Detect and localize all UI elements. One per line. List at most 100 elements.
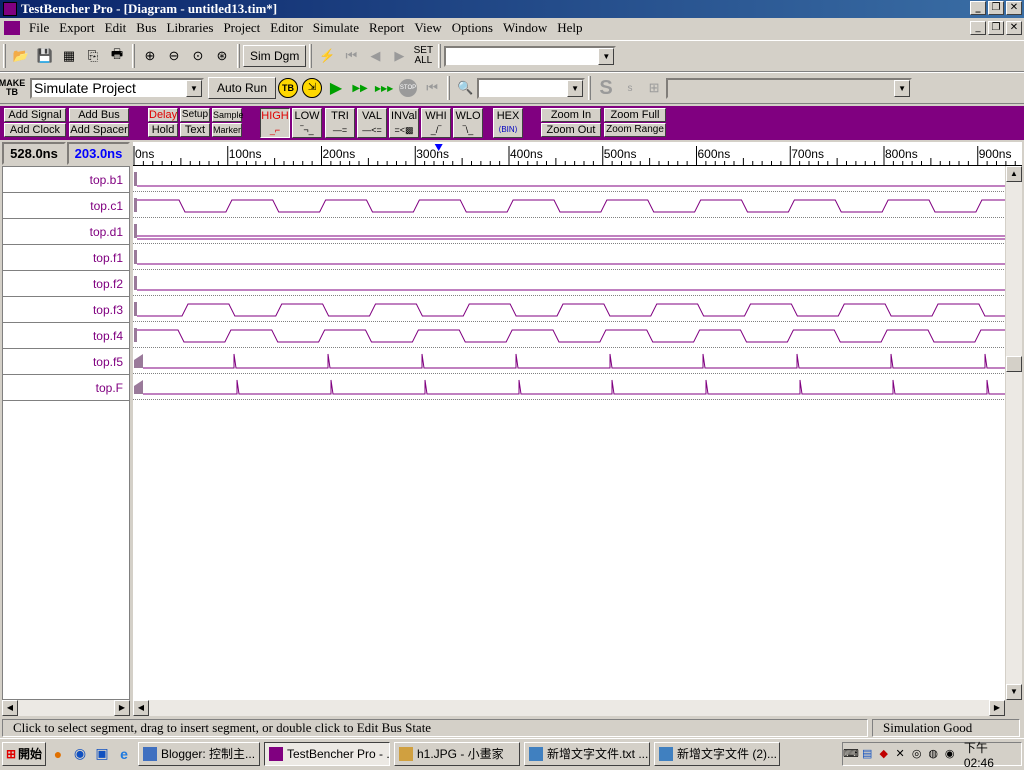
keyboard-icon[interactable]: ⌨	[843, 747, 859, 761]
disk-icon[interactable]: ◎	[910, 747, 922, 761]
firefox-icon[interactable]: ●	[48, 744, 68, 764]
signal-name-b1[interactable]: top.b1	[3, 167, 129, 193]
start-button[interactable]: ⊞ 開始	[2, 741, 46, 766]
open-icon[interactable]: 📂	[9, 44, 33, 68]
antivirus-icon[interactable]: ◆	[877, 747, 889, 761]
menu-simulate[interactable]: Simulate	[308, 20, 364, 36]
zoom-full-button[interactable]: Zoom Full	[604, 108, 666, 122]
lightning-icon[interactable]: ⚡	[315, 44, 339, 68]
hierarchy-icon[interactable]: ⊞	[642, 76, 666, 100]
val-button[interactable]: VAL —<=	[357, 108, 387, 138]
signal-name-c1[interactable]: top.c1	[3, 193, 129, 219]
task-notepad-2[interactable]: 新增文字文件 (2)...	[654, 741, 780, 766]
print-icon[interactable]: 🖶	[105, 44, 129, 68]
document-icon[interactable]	[4, 21, 20, 35]
find-combo[interactable]: ▼	[477, 77, 586, 99]
zoom-full-icon[interactable]: ⊙	[186, 44, 210, 68]
signal-name-f5[interactable]: top.f5	[3, 349, 129, 375]
waveform-area[interactable]	[133, 166, 1005, 700]
time-ruler[interactable]: 0ns 100ns 200ns 300ns 400ns 500ns 600ns 700ns 80…	[133, 142, 1022, 166]
wlo-button[interactable]: WLO ‾\_	[453, 108, 483, 138]
network-icon[interactable]: ▤	[861, 747, 873, 761]
scroll-left-icon[interactable]: ◀	[133, 700, 149, 716]
menu-file[interactable]: File	[24, 20, 54, 36]
scroll-left-icon[interactable]: ◀	[2, 700, 18, 716]
s-large-icon[interactable]: S	[594, 76, 618, 100]
delay-button[interactable]: Delay	[148, 108, 178, 122]
save-all-icon[interactable]: ▦	[57, 44, 81, 68]
hierarchy-combo[interactable]: ▼	[666, 77, 913, 99]
s-small-icon[interactable]: s	[618, 76, 642, 100]
whi-button[interactable]: WHI _/‾	[421, 108, 451, 138]
stop-icon[interactable]: STOP	[396, 76, 420, 100]
doc-close-button[interactable]: ✕	[1006, 21, 1022, 35]
low-button[interactable]: LOW ‾¬_	[292, 108, 322, 138]
add-clock-button[interactable]: Add Clock	[4, 123, 66, 137]
signal-name-f4[interactable]: top.f4	[3, 323, 129, 349]
doc-minimize-button[interactable]: _	[970, 21, 986, 35]
scroll-right-icon[interactable]: ▶	[114, 700, 130, 716]
ole-copy-icon[interactable]: ⎘	[81, 44, 105, 68]
run-fast-icon[interactable]: ▶▶	[348, 76, 372, 100]
ie-icon[interactable]: e	[114, 744, 134, 764]
task-testbencher[interactable]: TestBencher Pro - ...	[264, 741, 390, 766]
scroll-up-icon[interactable]: ▲	[1006, 166, 1022, 182]
menu-help[interactable]: Help	[552, 20, 587, 36]
menu-project[interactable]: Project	[218, 20, 265, 36]
menu-edit[interactable]: Edit	[100, 20, 132, 36]
rewind-icon[interactable]: ⏮	[420, 76, 444, 100]
signal-name-d1[interactable]: top.d1	[3, 219, 129, 245]
signal-name-f2[interactable]: top.f2	[3, 271, 129, 297]
volume-icon[interactable]: ◉	[943, 747, 955, 761]
first-step-icon[interactable]: ⏮	[339, 44, 363, 68]
signal-combo[interactable]: ▼	[444, 45, 617, 67]
project-combo[interactable]: Simulate Project ▼	[30, 77, 204, 99]
tri-button[interactable]: TRI —=	[325, 108, 355, 138]
auto-run-button[interactable]: Auto Run	[208, 77, 277, 99]
zoom-in-icon[interactable]: ⊕	[138, 44, 162, 68]
task-paint[interactable]: h1.JPG - 小畫家	[394, 741, 520, 766]
close-button[interactable]: ✕	[1006, 1, 1022, 15]
menu-export[interactable]: Export	[54, 20, 99, 36]
chevron-down-icon[interactable]: ▼	[598, 47, 615, 65]
menu-report[interactable]: Report	[364, 20, 409, 36]
menu-libraries[interactable]: Libraries	[162, 20, 219, 36]
signal-name-f1[interactable]: top.f1	[3, 245, 129, 271]
set-all-button[interactable]: SET ALL	[411, 44, 435, 68]
add-bus-button[interactable]: Add Bus	[69, 108, 129, 122]
zoom-range-icon[interactable]: ⊛	[210, 44, 234, 68]
zoom-out-button[interactable]: Zoom Out	[541, 123, 601, 137]
vertical-scroll-thumb[interactable]	[1006, 356, 1022, 372]
sync-icon[interactable]: ◍	[927, 747, 939, 761]
run-faster-icon[interactable]: ▶▶▶	[372, 76, 396, 100]
media-player-icon[interactable]: ◉	[70, 744, 90, 764]
signal-name-f3[interactable]: top.f3	[3, 297, 129, 323]
scroll-down-icon[interactable]: ▼	[1006, 684, 1022, 700]
vertical-scrollbar[interactable]: ▲ ▼	[1005, 166, 1022, 700]
menu-bus[interactable]: Bus	[131, 20, 161, 36]
chevron-down-icon[interactable]: ▼	[186, 79, 202, 97]
menu-options[interactable]: Options	[447, 20, 498, 36]
find-icon[interactable]: 🔍	[453, 76, 477, 100]
waveform-canvas[interactable]	[133, 166, 1005, 700]
hold-button[interactable]: Hold	[148, 123, 178, 137]
run-icon[interactable]: ▶	[324, 76, 348, 100]
zoom-out-icon[interactable]: ⊖	[162, 44, 186, 68]
menu-window[interactable]: Window	[498, 20, 552, 36]
scroll-right-icon[interactable]: ▶	[989, 700, 1005, 716]
text-button[interactable]: Text	[180, 123, 210, 137]
step-forward-icon[interactable]: ▶	[387, 44, 411, 68]
zoom-in-button[interactable]: Zoom In	[541, 108, 601, 122]
menu-view[interactable]: View	[409, 20, 446, 36]
step-back-icon[interactable]: ◀	[363, 44, 387, 68]
setup-button[interactable]: Setup	[180, 108, 210, 122]
task-notepad-1[interactable]: 新增文字文件.txt ...	[524, 741, 650, 766]
make-tb-button[interactable]: MAKE TB	[0, 76, 25, 100]
tb-step-icon[interactable]: ⇲	[300, 76, 324, 100]
waveform-horizontal-scrollbar[interactable]: ◀ ▶	[133, 700, 1005, 716]
sim-dgm-button[interactable]: Sim Dgm	[243, 45, 307, 67]
restore-button[interactable]: ❐	[988, 1, 1004, 15]
task-blogger[interactable]: Blogger: 控制主...	[138, 741, 260, 766]
chevron-down-icon[interactable]: ▼	[894, 79, 911, 97]
zoom-range-button[interactable]: Zoom Range	[604, 123, 666, 137]
